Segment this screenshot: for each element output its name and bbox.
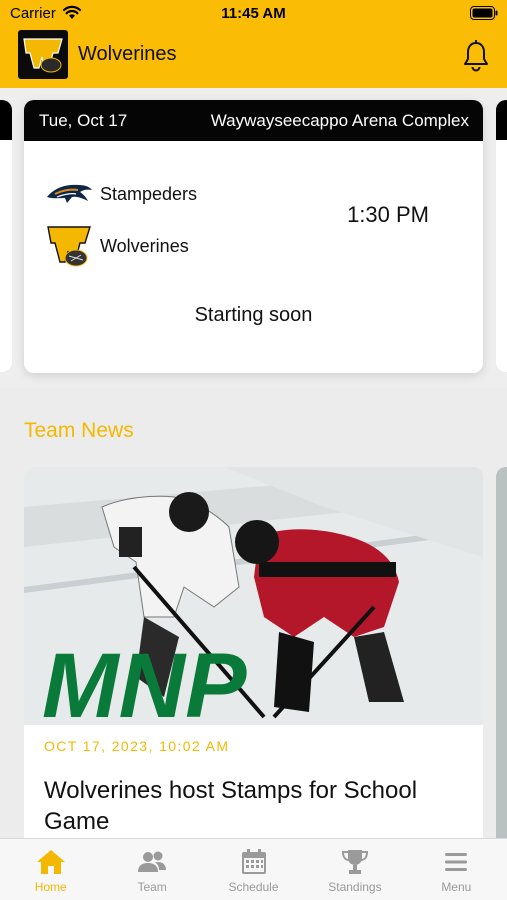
tab-schedule[interactable]: Schedule bbox=[203, 839, 304, 900]
news-image: MNP bbox=[24, 467, 483, 725]
news-date: OCT 17, 2023, 10:02 AM bbox=[44, 738, 230, 754]
home-icon bbox=[36, 850, 65, 874]
tab-home-label: Home bbox=[34, 880, 67, 894]
tab-team-label: Team bbox=[137, 880, 167, 894]
next-news-card[interactable] bbox=[496, 467, 507, 867]
game-date: Tue, Oct 17 bbox=[39, 111, 128, 130]
status-time: 11:45 AM bbox=[221, 5, 286, 22]
tab-standings-label: Standings bbox=[328, 880, 382, 894]
status-bar: Carrier 11:45 AM bbox=[0, 0, 507, 28]
home-team-row: Stampeders bbox=[45, 170, 197, 218]
team-news-heading: Team News bbox=[24, 419, 134, 442]
tab-schedule-label: Schedule bbox=[228, 880, 279, 894]
tab-bar: Home Team Schedule Standings Menu bbox=[0, 838, 507, 900]
next-game-card[interactable] bbox=[496, 100, 507, 372]
tab-home[interactable]: Home bbox=[0, 839, 101, 900]
game-carousel[interactable]: Tue, Oct 17 Waywayseecappo Arena Complex… bbox=[0, 88, 507, 388]
game-card[interactable]: Tue, Oct 17 Waywayseecappo Arena Complex… bbox=[24, 100, 483, 373]
menu-icon bbox=[445, 853, 468, 871]
news-title[interactable]: Wolverines host Stamps for School Game bbox=[44, 775, 464, 837]
game-card-header: Tue, Oct 17 Waywayseecappo Arena Complex bbox=[24, 100, 483, 141]
away-team-row: Wolverines bbox=[45, 222, 189, 270]
team-logo bbox=[18, 30, 68, 79]
away-team-name: Wolverines bbox=[100, 235, 189, 256]
home-team-name: Stampeders bbox=[100, 183, 198, 204]
battery-icon bbox=[470, 6, 498, 20]
tab-team[interactable]: Team bbox=[101, 839, 202, 900]
news-image-mnp-text: MNP bbox=[42, 635, 247, 725]
tab-menu-label: Menu bbox=[441, 880, 472, 894]
app-header: Carrier 11:45 AM Wolverines bbox=[0, 0, 507, 88]
wolverines-logo bbox=[45, 222, 93, 270]
game-venue: Waywayseecappo Arena Complex bbox=[210, 111, 469, 130]
game-status: Starting soon bbox=[194, 304, 313, 326]
stampeders-logo bbox=[45, 170, 93, 218]
page-title: Wolverines bbox=[78, 43, 177, 65]
tab-standings[interactable]: Standings bbox=[304, 839, 405, 900]
previous-game-card[interactable] bbox=[0, 100, 12, 372]
tab-menu[interactable]: Menu bbox=[406, 839, 507, 900]
game-time: 1:30 PM bbox=[347, 202, 429, 227]
news-card[interactable]: MNP OCT 17, 2023, 10:02 AM Wolverines ho… bbox=[24, 467, 483, 867]
bell-icon[interactable] bbox=[462, 40, 490, 72]
trophy-icon bbox=[341, 850, 368, 874]
calendar-icon bbox=[241, 849, 266, 874]
team-icon bbox=[138, 851, 167, 872]
